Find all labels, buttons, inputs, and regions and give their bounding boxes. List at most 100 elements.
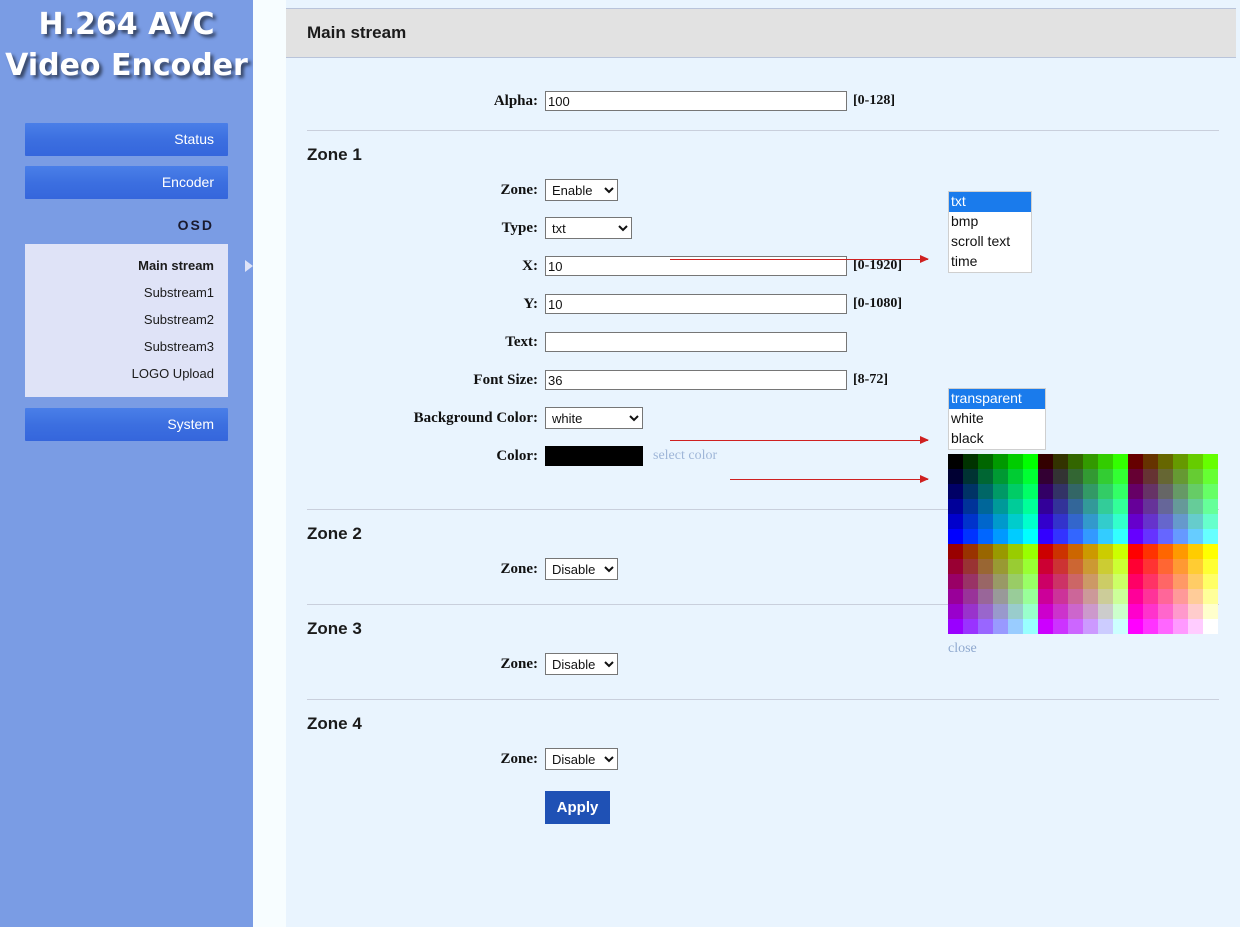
palette-cell[interactable] (948, 559, 963, 574)
select-color-link[interactable]: select color (653, 448, 717, 464)
palette-cell[interactable] (1188, 544, 1203, 559)
palette-cell[interactable] (1083, 469, 1098, 484)
palette-cell[interactable] (1098, 559, 1113, 574)
palette-cell[interactable] (1038, 484, 1053, 499)
palette-cell[interactable] (1083, 499, 1098, 514)
palette-cell[interactable] (1008, 559, 1023, 574)
palette-cell[interactable] (1128, 469, 1143, 484)
palette-cell[interactable] (1008, 514, 1023, 529)
palette-cell[interactable] (1038, 544, 1053, 559)
palette-cell[interactable] (1083, 484, 1098, 499)
palette-cell[interactable] (1053, 454, 1068, 469)
palette-cell[interactable] (1113, 454, 1128, 469)
palette-cell[interactable] (963, 514, 978, 529)
palette-cell[interactable] (948, 454, 963, 469)
palette-cell[interactable] (1188, 484, 1203, 499)
palette-cell[interactable] (978, 589, 993, 604)
palette-cell[interactable] (1158, 454, 1173, 469)
zone1-background-color-select[interactable]: transparentwhiteblack (545, 407, 643, 429)
palette-cell[interactable] (1188, 559, 1203, 574)
sidebar-item-substream2[interactable]: Substream2 (25, 306, 228, 333)
palette-cell[interactable] (1128, 484, 1143, 499)
palette-cell[interactable] (948, 544, 963, 559)
palette-cell[interactable] (1173, 589, 1188, 604)
palette-cell[interactable] (1158, 589, 1173, 604)
option-time[interactable]: time (949, 252, 1031, 272)
palette-cell[interactable] (1053, 529, 1068, 544)
palette-cell[interactable] (1113, 514, 1128, 529)
palette-cell[interactable] (963, 619, 978, 634)
palette-cell[interactable] (963, 559, 978, 574)
palette-cell[interactable] (1083, 514, 1098, 529)
palette-cell[interactable] (1113, 529, 1128, 544)
palette-cell[interactable] (993, 619, 1008, 634)
palette-cell[interactable] (1068, 544, 1083, 559)
palette-cell[interactable] (1188, 574, 1203, 589)
palette-cell[interactable] (1008, 529, 1023, 544)
option-bmp[interactable]: bmp (949, 212, 1031, 232)
palette-cell[interactable] (1083, 544, 1098, 559)
palette-cell[interactable] (1143, 484, 1158, 499)
palette-cell[interactable] (1068, 619, 1083, 634)
palette-cell[interactable] (1203, 589, 1218, 604)
palette-cell[interactable] (963, 544, 978, 559)
palette-cell[interactable] (978, 529, 993, 544)
palette-cell[interactable] (1023, 544, 1038, 559)
palette-cell[interactable] (948, 499, 963, 514)
sidebar-item-substream1[interactable]: Substream1 (25, 279, 228, 306)
palette-cell[interactable] (1023, 529, 1038, 544)
zone4-zone-select[interactable]: EnableDisable (545, 748, 618, 770)
zone1-y-input[interactable] (545, 294, 847, 314)
palette-cell[interactable] (1128, 454, 1143, 469)
palette-cell[interactable] (993, 544, 1008, 559)
palette-cell[interactable] (1113, 544, 1128, 559)
sidebar-item-encoder[interactable]: Encoder (25, 166, 228, 199)
palette-cell[interactable] (1113, 559, 1128, 574)
palette-cell[interactable] (1158, 529, 1173, 544)
palette-cell[interactable] (963, 574, 978, 589)
palette-cell[interactable] (978, 544, 993, 559)
sidebar-item-status[interactable]: Status (25, 123, 228, 156)
palette-cell[interactable] (1023, 499, 1038, 514)
palette-cell[interactable] (1113, 574, 1128, 589)
palette-cell[interactable] (1098, 574, 1113, 589)
palette-cell[interactable] (1173, 574, 1188, 589)
zone1-text-input[interactable] (545, 332, 847, 352)
palette-cell[interactable] (1143, 499, 1158, 514)
palette-cell[interactable] (948, 514, 963, 529)
palette-cell[interactable] (1128, 544, 1143, 559)
palette-cell[interactable] (1113, 469, 1128, 484)
palette-cell[interactable] (1098, 544, 1113, 559)
sidebar-item-system[interactable]: System (25, 408, 228, 441)
palette-cell[interactable] (1128, 559, 1143, 574)
sidebar-item-logo-upload[interactable]: LOGO Upload (25, 360, 228, 387)
option-white[interactable]: white (949, 409, 1045, 429)
palette-cell[interactable] (1113, 604, 1128, 619)
palette-cell[interactable] (1158, 574, 1173, 589)
palette-cell[interactable] (1098, 469, 1113, 484)
palette-cell[interactable] (1158, 559, 1173, 574)
palette-cell[interactable] (993, 469, 1008, 484)
palette-cell[interactable] (948, 574, 963, 589)
palette-cell[interactable] (1068, 589, 1083, 604)
palette-cell[interactable] (1068, 529, 1083, 544)
palette-cell[interactable] (1083, 604, 1098, 619)
palette-cell[interactable] (1023, 469, 1038, 484)
type-options-dropdown[interactable]: txt bmp scroll text time (948, 191, 1032, 273)
palette-cell[interactable] (978, 574, 993, 589)
palette-cell[interactable] (1023, 559, 1038, 574)
palette-cell[interactable] (1143, 619, 1158, 634)
palette-cell[interactable] (1053, 604, 1068, 619)
palette-cell[interactable] (1173, 469, 1188, 484)
palette-cell[interactable] (963, 604, 978, 619)
palette-cell[interactable] (963, 454, 978, 469)
palette-cell[interactable] (1188, 454, 1203, 469)
palette-cell[interactable] (1158, 499, 1173, 514)
palette-cell[interactable] (1008, 544, 1023, 559)
palette-cell[interactable] (1203, 469, 1218, 484)
palette-cell[interactable] (978, 514, 993, 529)
palette-cell[interactable] (1203, 574, 1218, 589)
palette-cell[interactable] (1188, 499, 1203, 514)
palette-cell[interactable] (978, 469, 993, 484)
palette-cell[interactable] (978, 604, 993, 619)
